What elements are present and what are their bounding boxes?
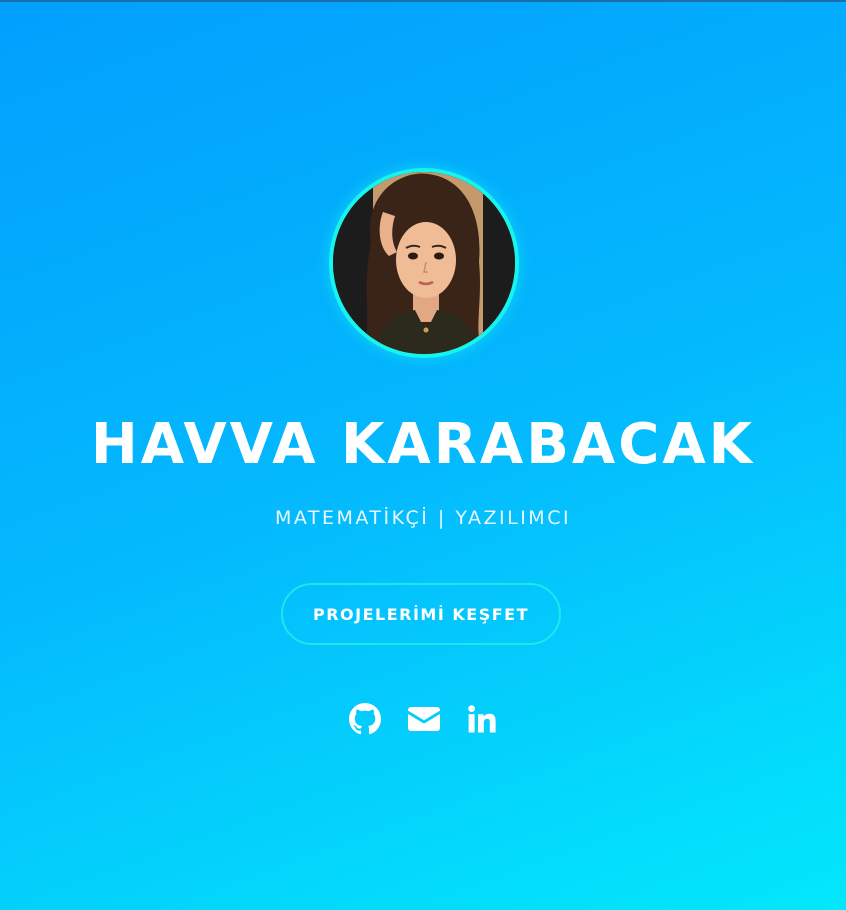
envelope-icon (408, 707, 440, 731)
linkedin-icon (468, 705, 496, 733)
profile-name: HAVVA KARABACAK (90, 412, 756, 477)
explore-projects-button[interactable]: PROJELERİMİ KEŞFET (281, 583, 561, 645)
profile-avatar (329, 168, 519, 358)
portrait-illustration (333, 172, 515, 354)
hero-section: HAVVA KARABACAK MATEMATİKÇİ | YAZILIMCI … (0, 0, 846, 910)
github-icon (349, 703, 381, 735)
github-link[interactable] (347, 701, 383, 737)
email-link[interactable] (406, 701, 442, 737)
linkedin-link[interactable] (464, 701, 500, 737)
profile-subtitle: MATEMATİKÇİ | YAZILIMCI (274, 507, 572, 529)
